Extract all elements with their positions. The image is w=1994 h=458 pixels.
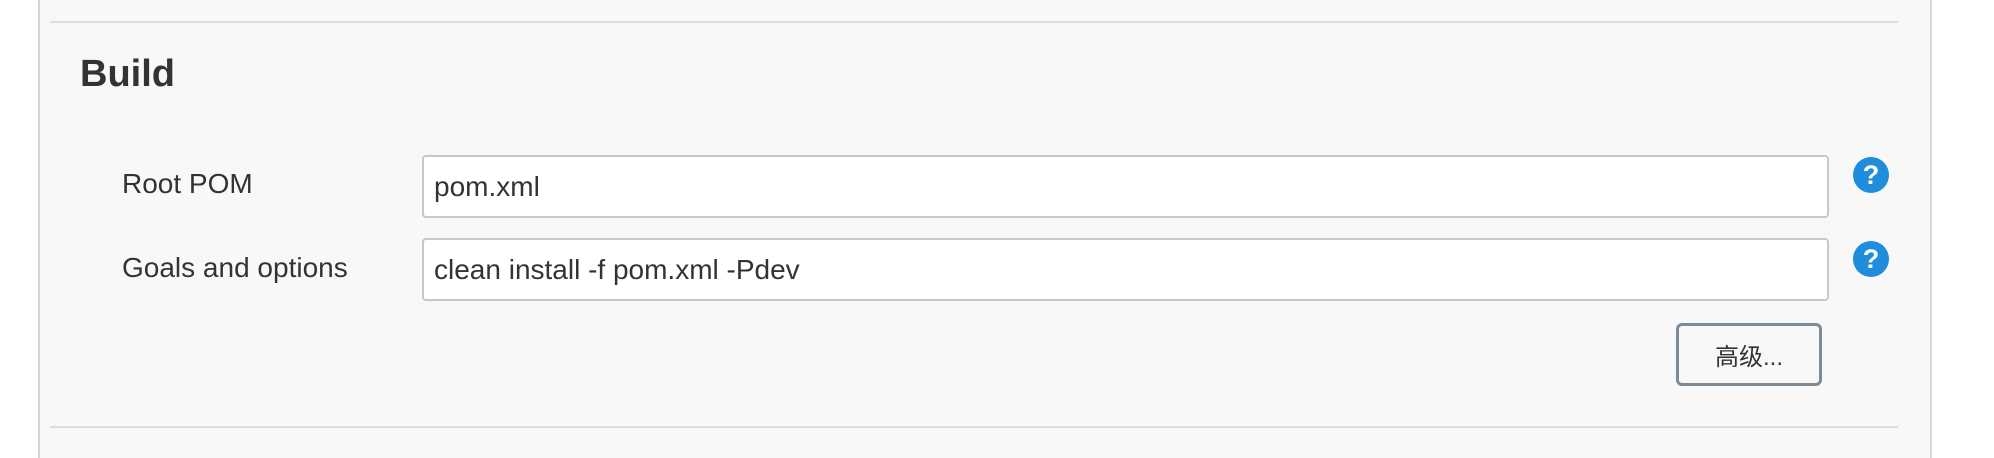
section-title: Build xyxy=(80,53,175,95)
section-divider-bottom xyxy=(50,426,1898,428)
build-section-panel xyxy=(38,0,1932,458)
section-divider-top xyxy=(50,21,1898,23)
goals-and-options-input[interactable] xyxy=(422,238,1829,301)
goals-and-options-label: Goals and options xyxy=(122,252,348,283)
root-pom-input[interactable] xyxy=(422,155,1829,218)
root-pom-label: Root POM xyxy=(122,168,253,199)
root-pom-help-icon[interactable]: ? xyxy=(1853,157,1889,193)
goals-and-options-help-icon[interactable]: ? xyxy=(1853,241,1889,277)
advanced-button[interactable]: 高级... xyxy=(1676,323,1822,386)
